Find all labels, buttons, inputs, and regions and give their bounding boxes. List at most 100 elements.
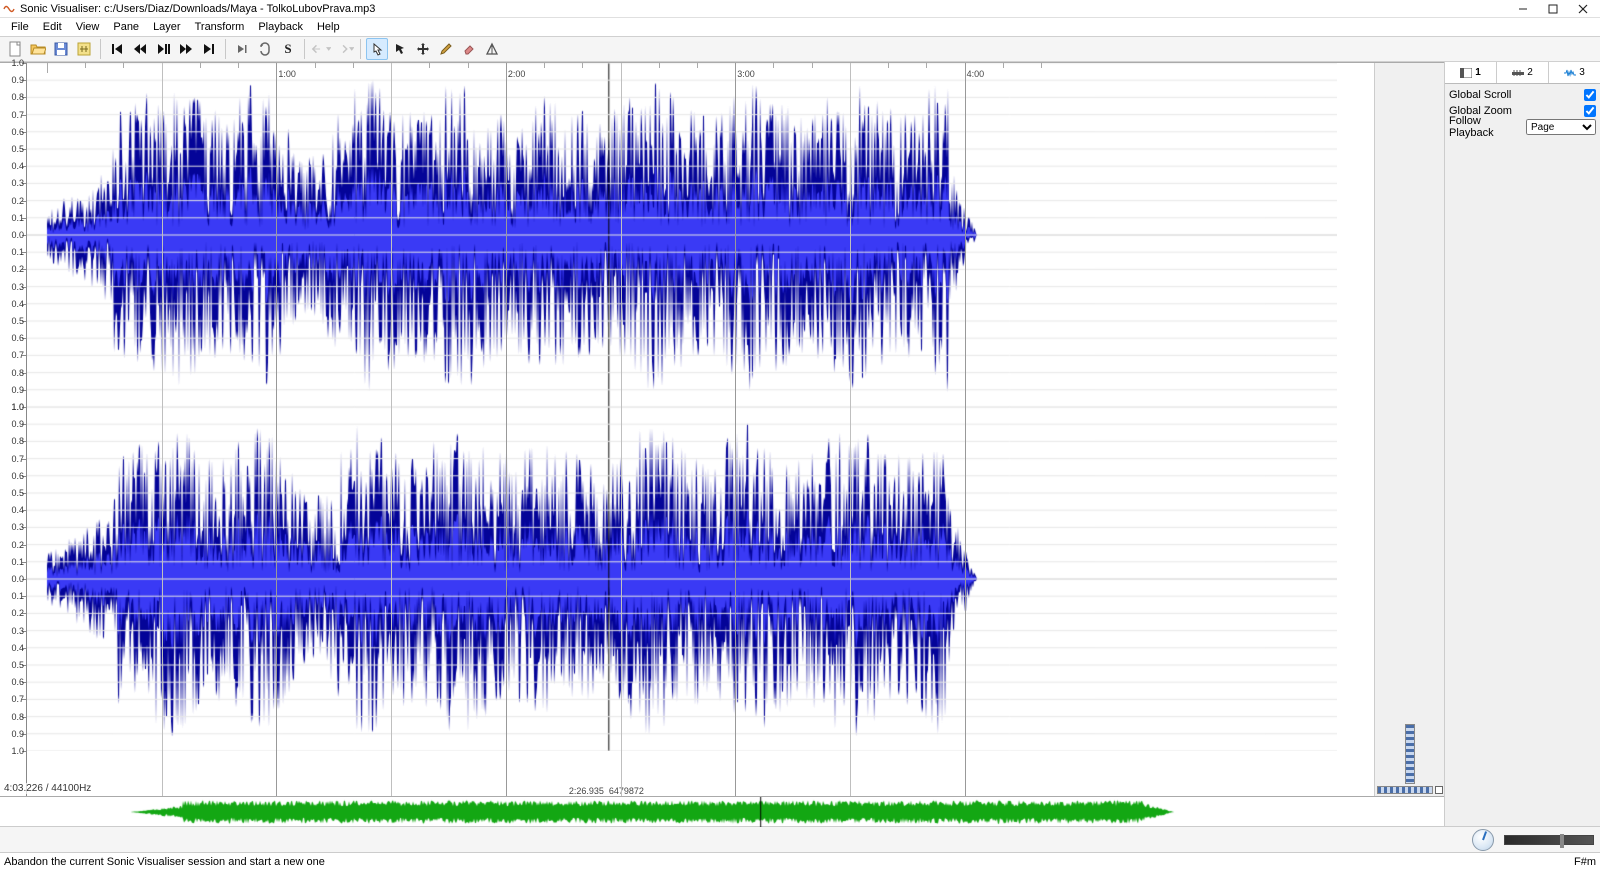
menu-edit[interactable]: Edit xyxy=(36,20,69,34)
navigate-tool-button[interactable] xyxy=(366,38,388,60)
y-tick-label: 0.9 xyxy=(11,75,24,85)
status-note: F#m xyxy=(1574,856,1596,868)
follow-playback-select[interactable]: Page xyxy=(1526,119,1596,135)
toolbar-separator xyxy=(360,39,361,59)
play-selection-button[interactable] xyxy=(231,38,253,60)
play-pause-button[interactable] xyxy=(152,38,174,60)
measure-tool-button[interactable] xyxy=(481,38,503,60)
y-tick-label: 0.1 xyxy=(11,557,24,567)
bottom-ruler: 2:26.935 6479872 xyxy=(27,782,1374,796)
maximize-button[interactable] xyxy=(1538,1,1568,17)
y-tick-label: 0.4 xyxy=(11,161,24,171)
y-tick-label: 0.2 xyxy=(11,196,24,206)
y-tick-label: 0.8 xyxy=(11,92,24,102)
meter-shelf xyxy=(1374,63,1444,796)
gain-meter-horizontal[interactable] xyxy=(1377,786,1433,794)
left-pane: 1.0 0.9 0.8 0.7 0.6 0.5 0.4 0.3 0.2 0.1 0.0 0.1 0.2 0… xyxy=(0,62,1444,826)
y-tick-label: 0.7 xyxy=(11,454,24,464)
select-tool-button[interactable] xyxy=(389,38,411,60)
save-button[interactable] xyxy=(50,38,72,60)
close-button[interactable] xyxy=(1568,1,1598,17)
layer-tab-3-label: 3 xyxy=(1579,67,1585,78)
y-tick-label: 0.5 xyxy=(11,660,24,670)
y-tick-label: 0.8 xyxy=(11,712,24,722)
level-meter-vertical xyxy=(1405,724,1415,784)
skip-end-button[interactable] xyxy=(198,38,220,60)
y-tick-label: 0.0 xyxy=(11,574,24,584)
y-tick-label: 0.1 xyxy=(11,213,24,223)
y-tick-label: 1.0 xyxy=(11,402,24,412)
waveform-canvas[interactable]: 1:002:003:004:00 2:26.935 6479872 xyxy=(27,63,1374,796)
y-tick-label: 0.6 xyxy=(11,333,24,343)
layer-tab-1-label: 1 xyxy=(1475,67,1481,78)
title-bar: Sonic Visualiser: c:/Users/Diaz/Download… xyxy=(0,0,1600,18)
y-tick-label: 0.1 xyxy=(11,247,24,257)
toolbar-separator xyxy=(304,39,305,59)
y-tick-label: 0.5 xyxy=(11,316,24,326)
y-tick-label: 0.7 xyxy=(11,694,24,704)
layer-tab-1[interactable]: 1 xyxy=(1445,62,1497,83)
y-tick-label: 0.3 xyxy=(11,522,24,532)
menu-layer[interactable]: Layer xyxy=(146,20,188,34)
y-tick-label: 0.2 xyxy=(11,264,24,274)
y-tick-label: 0.6 xyxy=(11,127,24,137)
play-solo-button[interactable]: S xyxy=(277,38,299,60)
rewind-button[interactable] xyxy=(129,38,151,60)
undo-button[interactable] xyxy=(310,38,332,60)
layer-tabs: 1 2 3 xyxy=(1445,62,1600,84)
waveform-pane[interactable]: 1.0 0.9 0.8 0.7 0.6 0.5 0.4 0.3 0.2 0.1 0.0 0.1 0.2 0… xyxy=(0,62,1444,796)
menu-view[interactable]: View xyxy=(69,20,107,34)
y-tick-label: 0.5 xyxy=(11,144,24,154)
y-tick-label: 0.8 xyxy=(11,368,24,378)
status-bar: Abandon the current Sonic Visualiser ses… xyxy=(0,852,1600,870)
y-tick-label: 0.3 xyxy=(11,626,24,636)
workspace: 1.0 0.9 0.8 0.7 0.6 0.5 0.4 0.3 0.2 0.1 0.0 0.1 0.2 0… xyxy=(0,62,1600,826)
menu-transform[interactable]: Transform xyxy=(188,20,252,34)
layer-tab-3[interactable]: 3 xyxy=(1549,62,1600,83)
open-button[interactable] xyxy=(27,38,49,60)
overview-strip[interactable] xyxy=(0,796,1444,826)
minimize-button[interactable] xyxy=(1508,1,1538,17)
y-tick-label: 1.0 xyxy=(11,746,24,756)
toolbar-separator xyxy=(100,39,101,59)
layer-tab-2-label: 2 xyxy=(1527,67,1533,78)
erase-tool-button[interactable] xyxy=(458,38,480,60)
y-tick-label: 0.6 xyxy=(11,471,24,481)
toolbar: S xyxy=(0,36,1600,62)
output-level-slider[interactable] xyxy=(1504,835,1594,845)
y-tick-label: 0.0 xyxy=(11,230,24,240)
menu-playback[interactable]: Playback xyxy=(251,20,310,34)
y-tick-label: 0.3 xyxy=(11,282,24,292)
layer-properties-pane: 1 2 3 Global Scroll Global Zoom Follow P… xyxy=(1444,62,1600,826)
y-tick-label: 0.7 xyxy=(11,350,24,360)
layer-tab-2[interactable]: 2 xyxy=(1497,62,1549,83)
global-zoom-checkbox[interactable] xyxy=(1584,105,1596,117)
menu-pane[interactable]: Pane xyxy=(106,20,146,34)
y-tick-label: 0.9 xyxy=(11,729,24,739)
skip-start-button[interactable] xyxy=(106,38,128,60)
waveform-icon xyxy=(1564,68,1576,78)
new-session-button[interactable] xyxy=(4,38,26,60)
mute-toggle[interactable] xyxy=(1435,786,1443,794)
menu-file[interactable]: File xyxy=(4,20,36,34)
import-audio-button[interactable] xyxy=(73,38,95,60)
global-scroll-checkbox[interactable] xyxy=(1584,89,1596,101)
toolbar-separator xyxy=(225,39,226,59)
status-message: Abandon the current Sonic Visualiser ses… xyxy=(4,856,325,868)
y-tick-label: 0.1 xyxy=(11,591,24,601)
y-tick-label: 0.4 xyxy=(11,505,24,515)
play-loop-button[interactable] xyxy=(254,38,276,60)
y-tick-label: 0.9 xyxy=(11,385,24,395)
pane-icon xyxy=(1460,68,1472,78)
y-tick-label: 0.6 xyxy=(11,677,24,687)
redo-button[interactable] xyxy=(333,38,355,60)
fast-forward-button[interactable] xyxy=(175,38,197,60)
window-title: Sonic Visualiser: c:/Users/Diaz/Download… xyxy=(20,3,1508,15)
menu-help[interactable]: Help xyxy=(310,20,347,34)
edit-tool-button[interactable] xyxy=(435,38,457,60)
playback-speed-knob[interactable] xyxy=(1472,829,1494,851)
menu-bar: File Edit View Pane Layer Transform Play… xyxy=(0,18,1600,36)
cursor-frame-label: 6479872 xyxy=(609,786,644,796)
move-tool-button[interactable] xyxy=(412,38,434,60)
y-tick-label: 1.0 xyxy=(11,58,24,68)
